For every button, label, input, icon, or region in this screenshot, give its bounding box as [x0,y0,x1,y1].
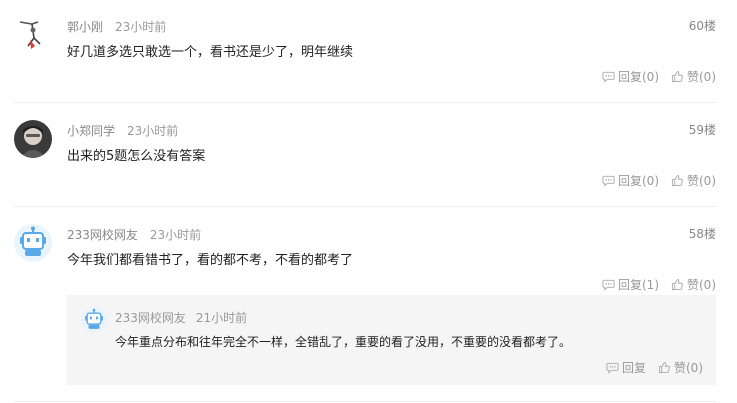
thumbs-up-icon [658,362,670,374]
comment-text: 出来的5题怎么没有答案 [67,149,206,164]
comment-actions: 回复(0) 赞(0) [602,68,716,85]
avatar[interactable] [81,307,107,333]
floor-number: 59楼 [688,123,716,137]
comment-text: 好几道多选只敢选一个，看书还是少了，明年继续 [67,45,354,60]
reply-button[interactable]: 回复 [606,359,646,376]
comment-meta: 郭小刚 23小时前 [67,18,166,35]
comment-bubble-icon [602,279,615,291]
reply-button[interactable]: 回复(0) [602,172,659,189]
avatar[interactable] [14,120,52,158]
comment-bubble-icon [602,175,615,187]
comment-bubble-icon [606,362,619,374]
reply-item: 233网校网友 21小时前 今年重点分布和往年完全不一样，全错乱了，重要的看了没用… [67,295,716,385]
comment-item: 小郑同学 23小时前 59楼 出来的5题怎么没有答案 回复(0) 赞(0) [14,104,716,207]
reply-label: 回复(1) [618,278,659,292]
timestamp: 23小时前 [115,20,167,34]
comment-item: 233网校网友 23小时前 58楼 今年我们都看错书了，看的都不考，不看的都考了 … [14,208,716,402]
like-button[interactable]: 赞(0) [671,68,716,85]
reply-label: 回复(0) [618,174,659,188]
reply-label: 回复(0) [618,70,659,84]
floor-number: 60楼 [688,19,716,33]
thumbs-up-icon [671,71,683,83]
like-label: 赞(0) [687,174,716,188]
reply-text: 今年重点分布和往年完全不一样，全错乱了，重要的看了没用，不重要的没看都考了。 [115,335,572,349]
timestamp: 23小时前 [149,228,202,242]
comment-actions: 回复(1) 赞(0) [602,276,716,293]
comment-actions: 回复(0) 赞(0) [602,172,716,189]
reply-label: 回复 [621,361,646,375]
reply-actions: 回复 赞(0) [606,359,703,376]
like-label: 赞(0) [674,361,703,375]
comment-bubble-icon [602,71,615,83]
like-label: 赞(0) [687,70,716,84]
reply-button[interactable]: 回复(1) [602,276,659,293]
username[interactable]: 233网校网友 [67,228,138,242]
username[interactable]: 小郑同学 [67,124,115,138]
comment-meta: 小郑同学 23小时前 [67,122,178,139]
reply-meta: 233网校网友 21小时前 [115,309,247,326]
comment-item: 郭小刚 23小时前 60楼 好几道多选只敢选一个，看书还是少了，明年继续 回复(0… [14,0,716,103]
avatar[interactable] [14,16,52,54]
username[interactable]: 233网校网友 [115,311,186,325]
like-button[interactable]: 赞(0) [658,359,703,376]
thumbs-up-icon [671,175,683,187]
floor-number: 58楼 [688,227,716,241]
reply-button[interactable]: 回复(0) [602,68,659,85]
timestamp: 23小时前 [127,124,179,138]
comment-meta: 233网校网友 23小时前 [67,226,201,243]
like-button[interactable]: 赞(0) [671,276,716,293]
like-button[interactable]: 赞(0) [671,172,716,189]
thumbs-up-icon [671,279,683,291]
comment-text: 今年我们都看错书了，看的都不考，不看的都考了 [67,253,354,268]
like-label: 赞(0) [687,278,716,292]
timestamp: 21小时前 [195,311,248,325]
avatar[interactable] [14,224,52,262]
username[interactable]: 郭小刚 [67,20,103,34]
